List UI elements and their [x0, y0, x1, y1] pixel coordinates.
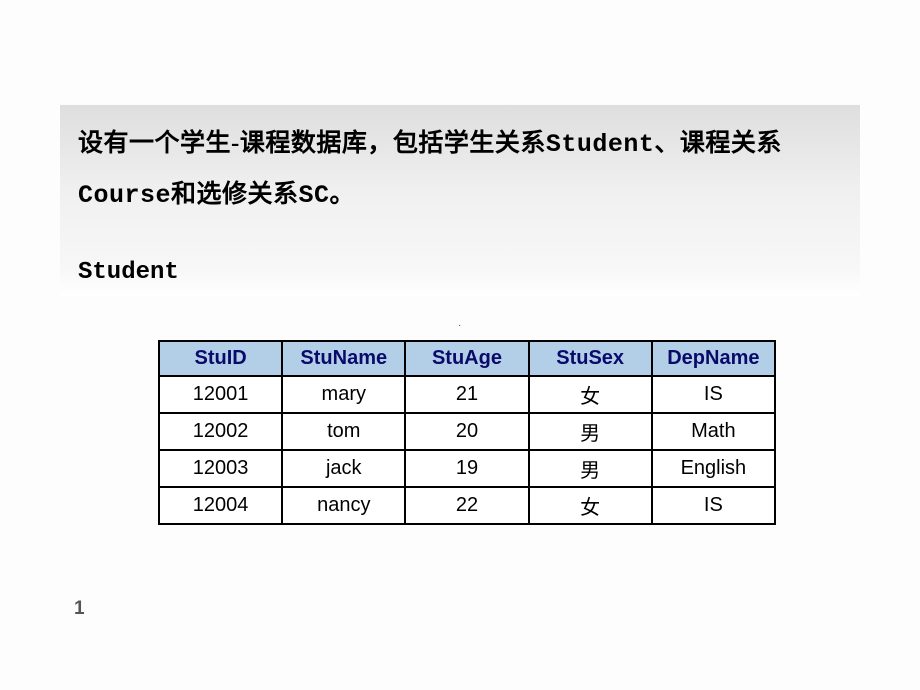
- col-header: DepName: [652, 341, 775, 376]
- cell: tom: [282, 413, 405, 450]
- cell: 19: [405, 450, 528, 487]
- col-header: StuName: [282, 341, 405, 376]
- header-part3: 和选修关系: [171, 181, 299, 208]
- col-header: StuAge: [405, 341, 528, 376]
- cell: IS: [652, 376, 775, 413]
- student-table: StuID StuName StuAge StuSex DepName 1200…: [158, 340, 776, 525]
- cell: IS: [652, 487, 775, 524]
- cell: 21: [405, 376, 528, 413]
- cell: 12004: [159, 487, 282, 524]
- table-label: Student: [78, 259, 179, 286]
- cell: 12003: [159, 450, 282, 487]
- table-header-row: StuID StuName StuAge StuSex DepName: [159, 341, 775, 376]
- header-box: 设有一个学生-课程数据库，包括学生关系Student、课程关系Course和选修…: [60, 104, 860, 296]
- header-text: 设有一个学生-课程数据库，包括学生关系Student、课程关系 Course和选修…: [78, 119, 842, 221]
- header-mono3: SC: [299, 181, 330, 210]
- table-row: 12001 mary 21 女 IS: [159, 376, 775, 413]
- cell: 20: [405, 413, 528, 450]
- table-row: 12002 tom 20 男 Math: [159, 413, 775, 450]
- cell: nancy: [282, 487, 405, 524]
- cell: 12001: [159, 376, 282, 413]
- header-mono1: Student: [546, 130, 655, 159]
- col-header: StuID: [159, 341, 282, 376]
- header-mono2: Course: [78, 181, 171, 210]
- cell: Math: [652, 413, 775, 450]
- table-body: 12001 mary 21 女 IS 12002 tom 20 男 Math 1…: [159, 376, 775, 524]
- table-head: StuID StuName StuAge StuSex DepName: [159, 341, 775, 376]
- table-row: 12003 jack 19 男 English: [159, 450, 775, 487]
- cell: 男: [529, 413, 652, 450]
- header-part2: 、课程关系: [654, 130, 782, 157]
- cell: 男: [529, 450, 652, 487]
- cell: 女: [529, 376, 652, 413]
- center-dot: ·: [458, 320, 461, 331]
- cell: mary: [282, 376, 405, 413]
- cell: 22: [405, 487, 528, 524]
- cell: English: [652, 450, 775, 487]
- page-number: 1: [74, 598, 85, 620]
- col-header: StuSex: [529, 341, 652, 376]
- cell: 12002: [159, 413, 282, 450]
- header-part4: 。: [330, 181, 356, 208]
- header-part1: 设有一个学生-课程数据库，包括学生关系: [78, 130, 546, 157]
- cell: jack: [282, 450, 405, 487]
- cell: 女: [529, 487, 652, 524]
- table-row: 12004 nancy 22 女 IS: [159, 487, 775, 524]
